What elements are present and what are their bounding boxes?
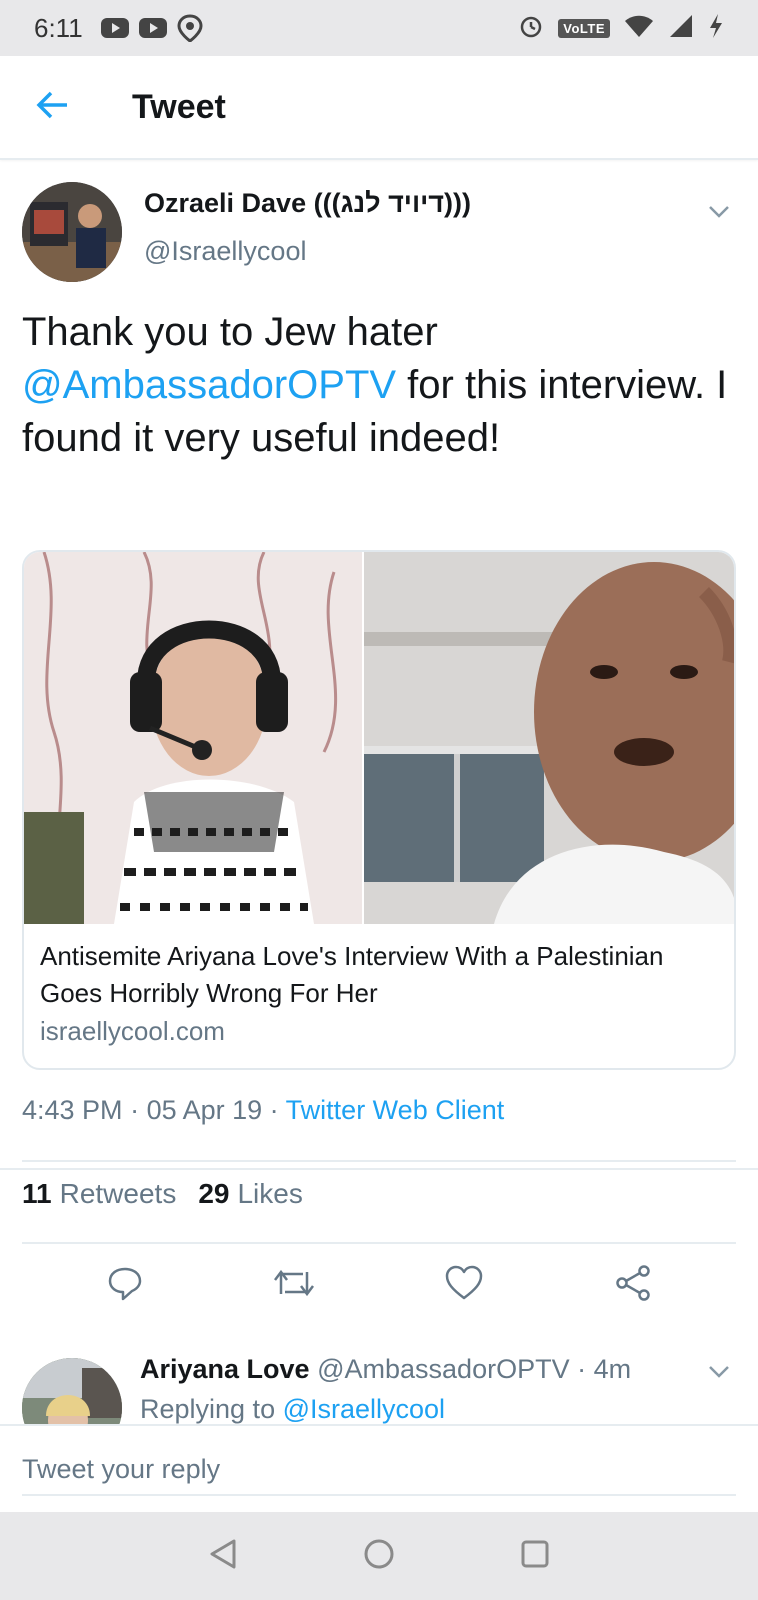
reply-header: Ariyana Love @AmbassadorOPTV · 4m: [140, 1354, 631, 1385]
reply-composer: [0, 1424, 758, 1512]
reply-author-name[interactable]: Ariyana Love: [140, 1354, 310, 1384]
nav-back-button[interactable]: [201, 1534, 245, 1578]
replying-to-label: Replying to: [140, 1394, 283, 1424]
system-nav-bar: [0, 1512, 758, 1600]
reply-time: 4m: [593, 1354, 632, 1384]
meta-separator: ·: [569, 1354, 594, 1384]
circle-home-icon: [362, 1537, 396, 1576]
nav-home-button[interactable]: [357, 1534, 401, 1578]
reply-tweet[interactable]: Ariyana Love @AmbassadorOPTV · 4m Replyi…: [0, 0, 758, 1424]
reply-author-handle[interactable]: @AmbassadorOPTV: [317, 1354, 570, 1384]
reply-avatar[interactable]: [22, 1358, 122, 1424]
triangle-back-icon: [206, 1537, 240, 1576]
chevron-down-icon[interactable]: [704, 1356, 734, 1386]
replying-to-handle[interactable]: @Israellycool: [283, 1394, 445, 1424]
nav-recents-button[interactable]: [513, 1534, 557, 1578]
replying-to: Replying to @Israellycool: [140, 1394, 445, 1424]
reply-input[interactable]: [22, 1444, 736, 1496]
square-recents-icon: [518, 1537, 552, 1576]
